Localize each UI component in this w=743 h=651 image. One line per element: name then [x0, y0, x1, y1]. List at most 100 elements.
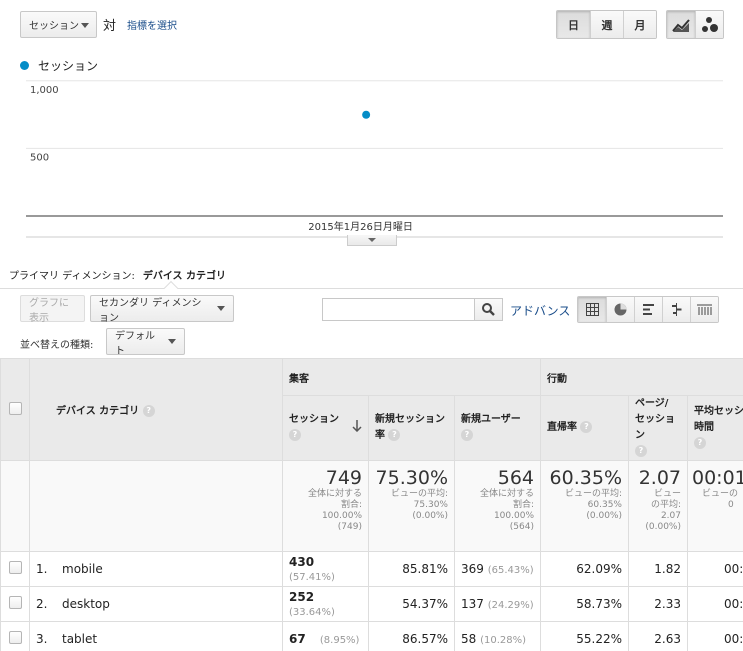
select-metric-link[interactable]: 指標を選択 [127, 17, 177, 32]
row-sessions: 430 (57.41%) [282, 551, 369, 587]
secondary-dimension-button[interactable]: セカンダリ ディメンション [90, 295, 234, 324]
pivot-view-button[interactable] [690, 297, 718, 322]
help-icon[interactable]: ? [388, 429, 401, 441]
row-dimension-link[interactable]: desktop [62, 597, 110, 611]
help-icon[interactable]: ? [142, 405, 155, 417]
sort-type-label: 並べ替えの種類: [20, 340, 94, 351]
row-dimension-cell: 3. tablet [29, 621, 283, 651]
data-point[interactable] [362, 110, 371, 119]
row-sessions: 67 (8.95%) [282, 621, 369, 651]
chevron-down-icon [217, 306, 225, 311]
row-sessions: 252 (33.64%) [282, 586, 369, 622]
totals-avg-session-duration: 00:01 ビューの 0 [687, 460, 743, 552]
column-sessions-label: セッション [289, 414, 339, 425]
metric-select-label: セッション [29, 21, 79, 32]
performance-view-button[interactable] [634, 297, 662, 322]
line-chart-button[interactable] [667, 11, 695, 38]
column-header-new-users[interactable]: 新規ユーザー ? [454, 395, 541, 461]
column-header-bounce-rate[interactable]: 直帰率 ? [540, 395, 629, 461]
period-day-button[interactable]: 日 [557, 11, 590, 38]
totals-new-sessions-rate: 75.30% ビューの平均: 75.30% (0.00%) [368, 460, 455, 552]
period-week-button[interactable]: 週 [590, 11, 623, 38]
row-pages-per-session: 2.63 [628, 621, 688, 651]
comparison-view-button[interactable] [662, 297, 690, 322]
row-avg-session-duration: 00:0 [687, 586, 743, 622]
grid-icon [585, 303, 599, 316]
legend-dot [20, 61, 29, 70]
help-icon[interactable]: ? [694, 437, 706, 449]
row-avg-session-duration: 00:0 [687, 551, 743, 587]
chart-collapse-toggle[interactable] [347, 235, 397, 246]
column-header-new-sessions-rate[interactable]: 新規セッション率 ? [368, 395, 455, 461]
motion-chart-button[interactable] [695, 11, 723, 38]
primary-dimension: プライマリ ディメンション: デバイス カテゴリ [9, 267, 226, 282]
column-new-sessions-rate-label: 新規セッション率 [375, 414, 445, 441]
search-icon [482, 303, 495, 316]
totals-label-cell [29, 460, 283, 552]
table-search-input[interactable] [322, 298, 475, 321]
primary-dimension-value[interactable]: デバイス カテゴリ [143, 267, 226, 282]
search-button[interactable] [474, 298, 503, 321]
row-bounce-rate: 58.73% [540, 586, 629, 622]
row-new-users: 137 (24.29%) [454, 586, 541, 622]
chart-type-toggle [666, 10, 724, 39]
dimension-header-label: デバイス カテゴリ [56, 406, 140, 417]
comparison-icon [672, 303, 682, 316]
help-icon[interactable]: ? [635, 445, 647, 457]
column-pages-per-session-label: ページ/セッション [635, 398, 675, 441]
select-all-checkbox[interactable] [8, 401, 22, 415]
row-new-users: 369 (65.43%) [454, 551, 541, 587]
help-icon[interactable]: ? [289, 429, 301, 441]
line-chart-icon [672, 18, 690, 32]
vs-label: 対 [103, 19, 117, 34]
secondary-dimension-label: セカンダリ ディメンション [99, 297, 202, 324]
metric-select[interactable]: セッション [20, 11, 97, 38]
row-new-users: 58 (10.28%) [454, 621, 541, 651]
caret-down-icon [368, 238, 376, 242]
pivot-icon [697, 304, 712, 315]
plot-rows-button[interactable]: グラフに表示 [20, 295, 85, 324]
row-dimension-cell: 2. desktop [29, 586, 283, 622]
row-bounce-rate: 62.09% [540, 551, 629, 587]
sort-descending-icon [352, 420, 362, 432]
behavior-group-header: 行動 [540, 358, 743, 396]
sort-type-select[interactable]: デフォルト [106, 328, 185, 357]
y-tick-label: 500 [30, 152, 49, 163]
period-month-button[interactable]: 月 [623, 11, 656, 38]
row-checkbox[interactable] [8, 561, 22, 574]
totals-check-cell [0, 460, 30, 552]
row-dimension-link[interactable]: tablet [62, 632, 97, 646]
column-header-pages-per-session[interactable]: ページ/セッション ? [628, 395, 688, 461]
row-index: 3. [36, 632, 48, 646]
data-table-view-button[interactable] [578, 297, 606, 322]
row-check-cell [0, 621, 30, 651]
pie-view-button[interactable] [606, 297, 634, 322]
column-avg-session-duration-label: 平均セッション時間 [694, 406, 743, 433]
row-new-sessions-rate: 85.81% [368, 551, 455, 587]
dimension-column-header[interactable]: デバイス カテゴリ ? [29, 358, 283, 461]
totals-row: 749 全体に対する 割合: 100.00% (749) 75.30% ビューの平均: 75… [0, 460, 743, 552]
row-check-cell [0, 586, 30, 622]
chevron-down-icon [168, 339, 176, 344]
row-checkbox[interactable] [8, 631, 22, 644]
table-row: 1. mobile 430 (57.41%) 85.81% 369 (65.43%… [0, 551, 743, 587]
row-index: 2. [36, 597, 48, 611]
period-toggle: 日 週 月 [556, 10, 657, 39]
pie-chart-icon [614, 303, 627, 316]
bubbles-icon [701, 16, 718, 32]
chevron-down-icon [81, 23, 89, 28]
row-avg-session-duration: 00:0 [687, 621, 743, 651]
table-row: 3. tablet 67 (8.95%) 86.57% 58 (10.28%) 5… [0, 621, 743, 651]
advanced-filter-link[interactable]: アドバンス [510, 302, 570, 319]
row-dimension-link[interactable]: mobile [62, 562, 103, 576]
acquisition-group-header: 集客 [282, 358, 541, 396]
column-header-avg-session-duration[interactable]: 平均セッション時間 ? [687, 395, 743, 461]
y-tick-label: 1,000 [30, 85, 59, 96]
row-bounce-rate: 55.22% [540, 621, 629, 651]
help-icon[interactable]: ? [580, 421, 593, 433]
help-icon[interactable]: ? [461, 429, 473, 441]
column-header-sessions[interactable]: セッション ? [282, 395, 369, 461]
row-checkbox[interactable] [8, 596, 22, 609]
sessions-chart: 1,000 500 2015年1月26日月曜日 [26, 80, 723, 238]
column-new-users-label: 新規ユーザー [461, 414, 521, 425]
